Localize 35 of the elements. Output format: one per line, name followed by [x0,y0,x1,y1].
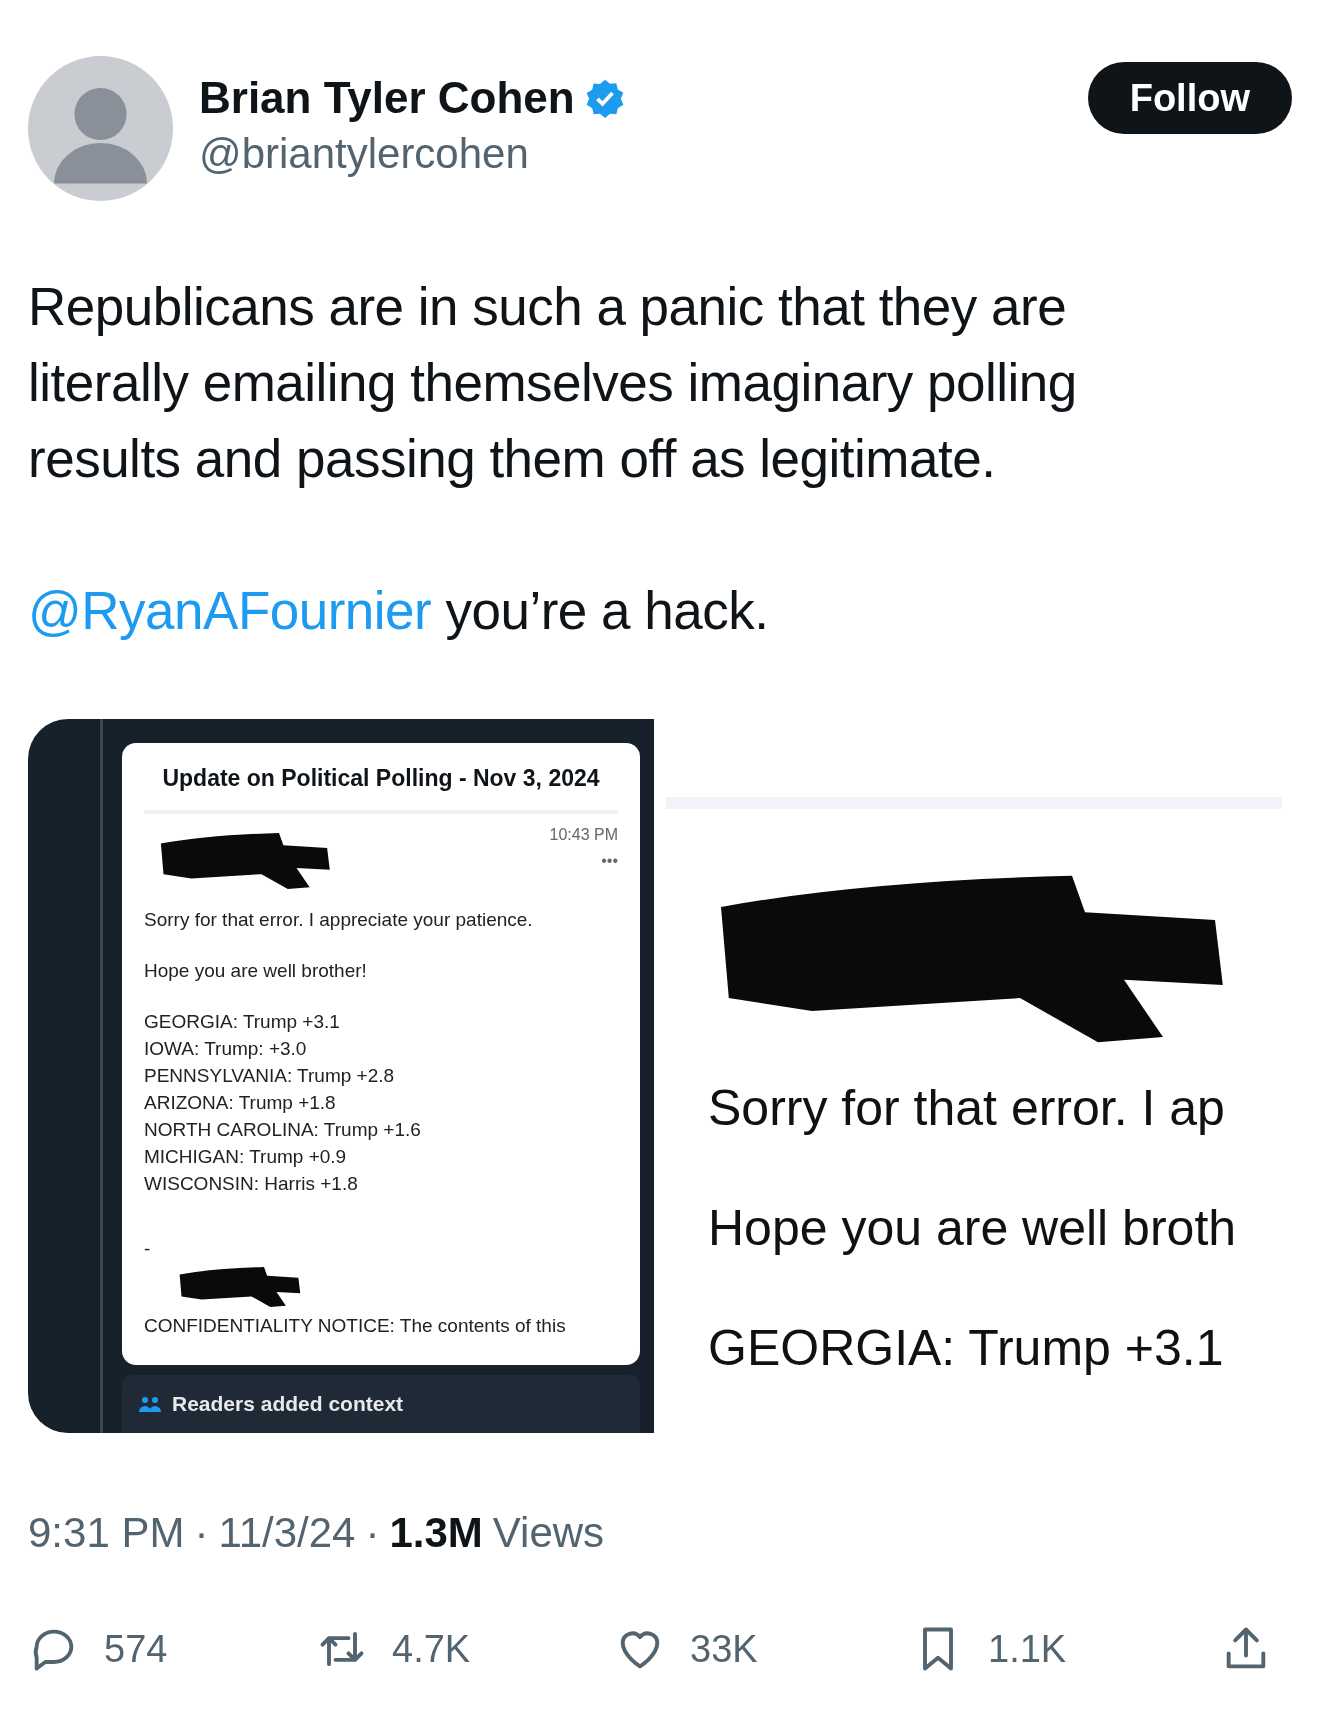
tweet-text: Republicans are in such a panic that they are literally emailing themselves imaginary polling results and passing them off as legitimate. [28,276,1078,490]
bookmark-button[interactable]: 1.1K [912,1623,1182,1675]
poll-result: IOWA: Trump: +3.0 [144,1037,308,1061]
post-time[interactable]: 9:31 PM [28,1509,185,1557]
views-count: 1.3M [389,1509,483,1557]
poll-result: GEORGIA: Trump +3.1 [144,1010,341,1034]
email-subject: Update on Political Polling - Nov 3, 2024 [144,757,618,814]
poll-result: ARIZONA: Trump +1.8 [144,1091,337,1115]
reply-button[interactable]: 574 [28,1623,278,1675]
avatar[interactable] [28,56,173,201]
email-line: GEORGIA: Trump +3.1 [708,1319,1225,1377]
email-line: Hope you are well broth [708,1199,1238,1257]
more-dots: ••• [601,852,618,870]
signature-dash: - [144,1237,152,1261]
poll-result: NORTH CAROLINA: Trump +1.6 [144,1118,422,1142]
post-date[interactable]: 11/3/24 [218,1509,356,1557]
like-button[interactable]: 33K [614,1623,874,1675]
repost-button[interactable]: 4.7K [316,1623,576,1675]
email-line: Sorry for that error. I ap [708,1079,1226,1137]
people-icon [138,1394,162,1414]
tweet-text: @RyanAFournier you’re a hack. [28,580,770,642]
email-line: Hope you are well brother! [144,959,368,983]
email-line: Sorry for that error. I appreciate your patience. [144,908,534,932]
views-label: Views [492,1509,605,1557]
separator-dot: · [194,1509,209,1557]
email-time: 10:43 PM [549,826,618,844]
author-handle[interactable]: @briantylercohen [199,126,1062,182]
author-name[interactable]: Brian Tyler Cohen [199,70,575,126]
confidentiality-notice: CONFIDENTIALITY NOTICE: The contents of this [144,1314,567,1338]
poll-result: MICHIGAN: Trump +0.9 [144,1145,348,1169]
separator-dot: · [365,1509,380,1557]
poll-result: WISCONSIN: Harris +1.8 [144,1172,359,1196]
context-label: Readers added context [172,1392,404,1416]
poll-result: PENNSYLVANIA: Trump +2.8 [144,1064,396,1088]
follow-button[interactable]: Follow [1087,62,1292,134]
